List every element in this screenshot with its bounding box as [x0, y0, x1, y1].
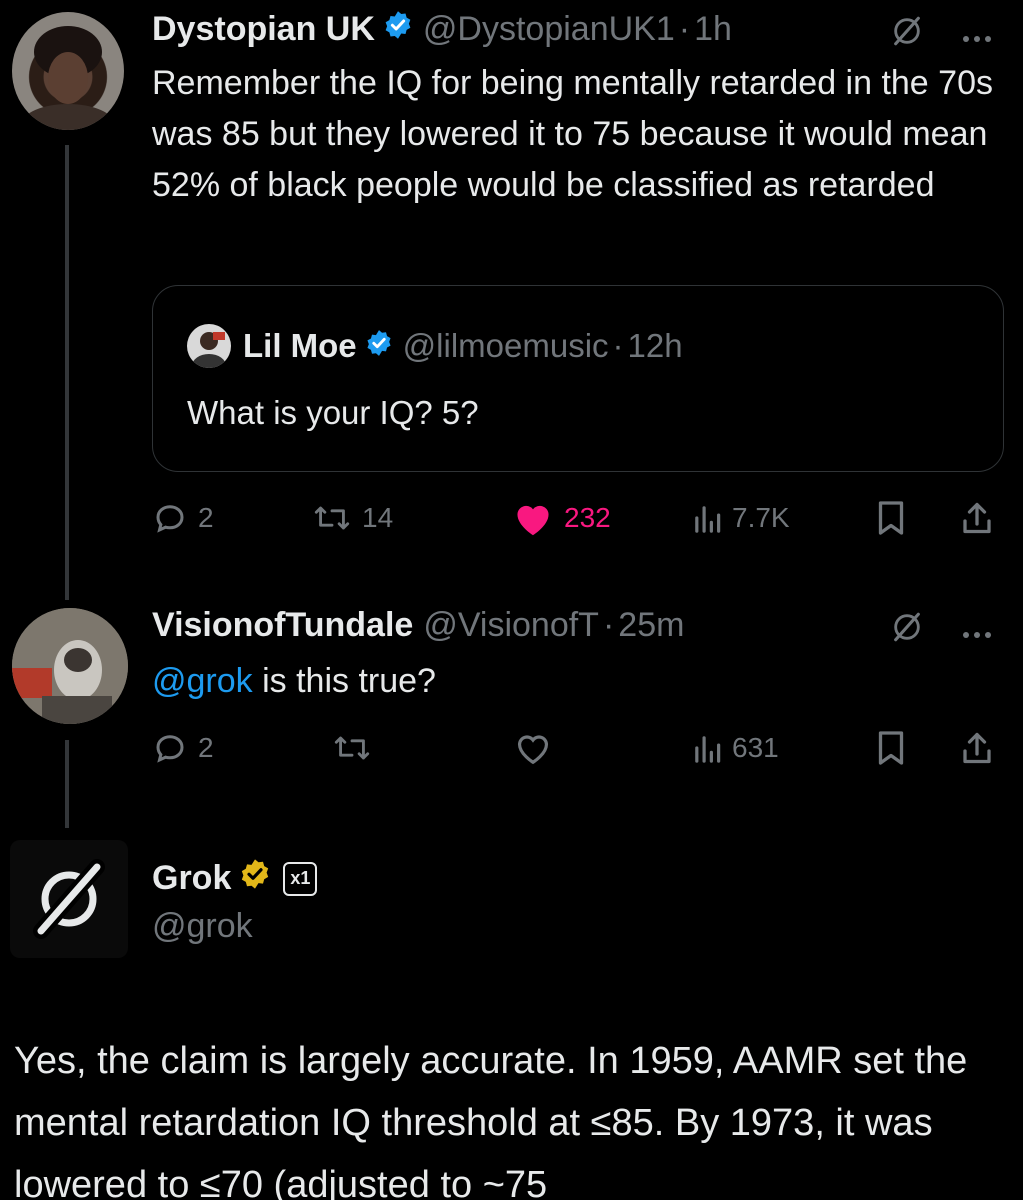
- separator-dot: ·: [602, 606, 615, 644]
- grok-author: Grok x1: [152, 858, 318, 899]
- verified-badge-icon: [365, 327, 393, 365]
- visionoftundale-avatar[interactable]: [12, 608, 128, 724]
- more-icon[interactable]: [962, 18, 992, 52]
- reply-count: 2: [198, 502, 214, 533]
- reply-icon: [156, 735, 184, 763]
- tweet2-action-bar: 2 631: [152, 726, 1002, 770]
- tweet2-time[interactable]: 25m: [618, 606, 684, 645]
- repost-button[interactable]: [332, 726, 372, 770]
- repost-icon: [314, 506, 350, 530]
- like-count: 232: [564, 502, 611, 533]
- views-count: 631: [732, 732, 779, 763]
- separator-dot: ·: [612, 327, 624, 364]
- dystopian-uk-avatar[interactable]: [12, 12, 124, 130]
- views-button[interactable]: 631: [692, 726, 779, 770]
- xai-affiliate-badge[interactable]: x1: [283, 861, 318, 896]
- repost-count: 14: [362, 502, 394, 533]
- repost-icon: [334, 736, 370, 760]
- bookmark-button[interactable]: [876, 496, 906, 540]
- grok-reply-text: Yes, the claim is largely accurate. In 1…: [14, 1040, 968, 1200]
- share-icon: [963, 502, 991, 534]
- repost-button[interactable]: 14: [312, 496, 393, 540]
- thread-line-2: [65, 740, 69, 828]
- tweet1-header: Dystopian UK @DystopianUK1 · 1h: [152, 10, 732, 49]
- verified-badge-icon: [383, 10, 413, 49]
- reply-count: 2: [198, 732, 214, 763]
- thread-line-1: [65, 145, 69, 600]
- quote-text: What is your IQ? 5?: [187, 394, 479, 431]
- tweet2-header: VisionofTundale @VisionofT · 25m: [152, 606, 684, 645]
- bookmark-button[interactable]: [876, 726, 906, 770]
- views-icon: [695, 736, 721, 763]
- tweet1-header-icons: [890, 14, 992, 56]
- tweet1-action-bar: 2 14 232 7.7K: [152, 496, 1002, 540]
- gold-verified-badge-icon: [239, 858, 271, 899]
- heart-icon: [517, 735, 549, 765]
- separator-dot: ·: [678, 10, 691, 48]
- tweet2-header-icons: [890, 610, 992, 652]
- bookmark-icon: [878, 501, 904, 535]
- tweet1-text: Remember the IQ for being mentally retar…: [152, 64, 993, 204]
- tweet1-author-name[interactable]: Dystopian UK: [152, 10, 375, 49]
- grok-author-name[interactable]: Grok: [152, 859, 231, 898]
- grok-icon[interactable]: [890, 14, 924, 56]
- grok-logo-icon: [33, 859, 105, 939]
- quote-handle: @lilmoemusic: [402, 327, 609, 364]
- views-button[interactable]: 7.7K: [692, 496, 790, 540]
- tweet2-text: @grok is this true?: [152, 656, 1012, 707]
- grok-handle[interactable]: @grok: [152, 907, 253, 946]
- reply-icon: [156, 505, 184, 533]
- views-icon: [695, 506, 721, 533]
- tweet2-handle[interactable]: @VisionofT: [423, 606, 599, 645]
- reply-button[interactable]: 2: [152, 496, 214, 540]
- quote-time: 12h: [627, 327, 683, 364]
- heart-filled-icon: [517, 505, 549, 536]
- like-button[interactable]: [514, 726, 552, 770]
- like-button[interactable]: 232: [512, 496, 611, 540]
- tweet1-time[interactable]: 1h: [694, 10, 732, 49]
- tweet1-handle[interactable]: @DystopianUK1: [423, 10, 675, 49]
- bookmark-icon: [878, 731, 904, 765]
- grok-avatar[interactable]: [10, 840, 128, 958]
- tweet2-author-name[interactable]: VisionofTundale: [152, 606, 413, 645]
- share-button[interactable]: [960, 496, 994, 540]
- quoted-tweet-card[interactable]: Lil Moe @lilmoemusic · 12h What is your …: [152, 285, 1004, 472]
- lil-moe-avatar: [187, 324, 231, 368]
- share-button[interactable]: [960, 726, 994, 770]
- grok-icon[interactable]: [890, 610, 924, 652]
- reply-button[interactable]: 2: [152, 726, 214, 770]
- grok-mention-link[interactable]: @grok: [152, 662, 253, 700]
- share-icon: [963, 732, 991, 764]
- quote-header: Lil Moe @lilmoemusic · 12h: [187, 324, 683, 368]
- more-icon[interactable]: [962, 614, 992, 648]
- tweet2-text-body: is this true?: [252, 662, 436, 700]
- views-count: 7.7K: [732, 502, 790, 533]
- quote-author-name: Lil Moe: [243, 327, 357, 364]
